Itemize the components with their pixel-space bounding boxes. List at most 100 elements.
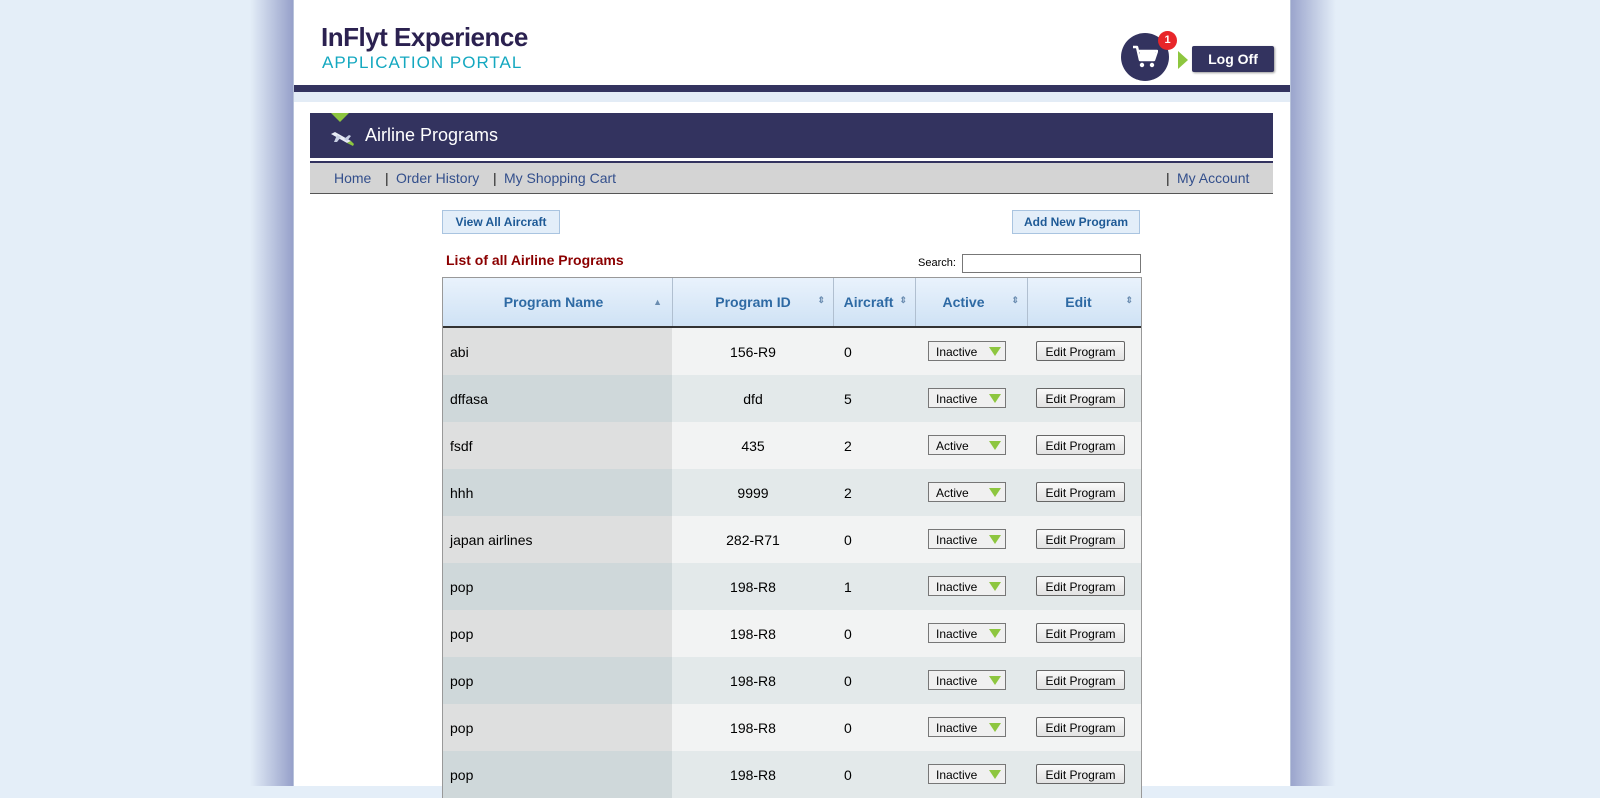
- table-row: pop 198-R8 1 Inactive Edit Program: [443, 563, 1141, 611]
- column-program-id[interactable]: Program ID ⇕: [673, 278, 834, 326]
- nav-separator: |: [1166, 170, 1170, 186]
- active-status-value: Active: [936, 439, 969, 453]
- table-row: pop 198-R8 0 Inactive Edit Program: [443, 704, 1141, 752]
- program-id-cell: 156-R9: [730, 344, 776, 360]
- page-shadow-left: [250, 0, 295, 786]
- column-aircraft[interactable]: Aircraft ⇕: [834, 278, 916, 326]
- active-status-value: Inactive: [936, 580, 978, 594]
- active-status-select[interactable]: Active: [928, 435, 1006, 455]
- page-container: InFlyt Experience APPLICATION PORTAL 1 L…: [293, 0, 1291, 798]
- table-row: hhh 9999 2 Active Edit Program: [443, 469, 1141, 517]
- dropdown-arrow-icon: [989, 347, 1001, 356]
- column-active[interactable]: Active ⇕: [916, 278, 1028, 326]
- active-status-select[interactable]: Inactive: [928, 576, 1006, 596]
- edit-program-button[interactable]: Edit Program: [1036, 623, 1125, 643]
- program-name-cell: pop: [443, 751, 672, 798]
- page-title: Airline Programs: [365, 125, 499, 145]
- column-header-label: Program Name: [503, 294, 604, 310]
- dropdown-arrow-icon: [989, 394, 1001, 403]
- active-status-select[interactable]: Inactive: [928, 623, 1006, 643]
- edit-program-button[interactable]: Edit Program: [1036, 717, 1125, 737]
- table-row: dffasa dfd 5 Inactive Edit Program: [443, 375, 1141, 423]
- program-id-cell: dfd: [743, 391, 763, 407]
- edit-program-button[interactable]: Edit Program: [1036, 341, 1125, 361]
- aircraft-count-cell: 5: [844, 391, 852, 407]
- table-row: pop 198-R8 0 Inactive Edit Program: [443, 751, 1141, 798]
- active-status-select[interactable]: Inactive: [928, 341, 1006, 361]
- sort-asc-icon: ▲: [653, 297, 662, 307]
- dropdown-arrow-icon: [989, 535, 1001, 544]
- dropdown-arrow-icon: [989, 723, 1001, 732]
- nav-separator: |: [493, 170, 497, 186]
- program-name-cell: pop: [443, 657, 672, 705]
- column-header-label: Active: [942, 294, 985, 310]
- table-row: pop 198-R8 0 Inactive Edit Program: [443, 657, 1141, 705]
- edit-program-button[interactable]: Edit Program: [1036, 435, 1125, 455]
- table-row: japan airlines 282-R71 0 Inactive Edit Progr…: [443, 516, 1141, 564]
- table-row: abi 156-R9 0 Inactive Edit Program: [443, 328, 1141, 376]
- active-status-select[interactable]: Inactive: [928, 529, 1006, 549]
- add-new-program-button[interactable]: Add New Program: [1012, 210, 1140, 234]
- view-all-aircraft-button[interactable]: View All Aircraft: [442, 210, 560, 234]
- aircraft-count-cell: 0: [844, 720, 852, 736]
- program-id-cell: 198-R8: [730, 626, 776, 642]
- log-off-button[interactable]: Log Off: [1192, 46, 1274, 72]
- aircraft-count-cell: 0: [844, 626, 852, 642]
- sort-icon: ⇕: [1011, 295, 1019, 305]
- brand-subtitle: APPLICATION PORTAL: [322, 53, 523, 72]
- program-id-cell: 198-R8: [730, 767, 776, 783]
- program-name-cell: pop: [443, 610, 672, 658]
- nav-shopping-cart-link[interactable]: My Shopping Cart: [504, 170, 616, 186]
- edit-program-button[interactable]: Edit Program: [1036, 529, 1125, 549]
- program-id-cell: 198-R8: [730, 673, 776, 689]
- edit-program-button[interactable]: Edit Program: [1036, 388, 1125, 408]
- header-divider: [294, 85, 1290, 92]
- edit-program-button[interactable]: Edit Program: [1036, 576, 1125, 596]
- active-status-value: Inactive: [936, 768, 978, 782]
- aircraft-count-cell: 1: [844, 579, 852, 595]
- nav-my-account-link[interactable]: My Account: [1177, 170, 1249, 186]
- program-name-cell: abi: [443, 328, 672, 376]
- column-program-name[interactable]: Program Name ▲: [443, 278, 673, 326]
- active-status-select[interactable]: Active: [928, 482, 1006, 502]
- nav-separator: |: [385, 170, 389, 186]
- program-id-cell: 435: [741, 438, 765, 454]
- active-status-select[interactable]: Inactive: [928, 670, 1006, 690]
- table-row: fsdf 435 2 Active Edit Program: [443, 422, 1141, 470]
- nav-home-link[interactable]: Home: [334, 170, 371, 186]
- list-title: List of all Airline Programs: [446, 252, 624, 268]
- programs-table: Program Name ▲ Program ID ⇕ Aircraft ⇕ A…: [442, 277, 1142, 798]
- active-status-select[interactable]: Inactive: [928, 388, 1006, 408]
- sort-icon: ⇕: [1125, 295, 1133, 305]
- edit-program-button[interactable]: Edit Program: [1036, 482, 1125, 502]
- nav-bar: Home | Order History | My Shopping Cart …: [310, 161, 1273, 194]
- aircraft-count-cell: 0: [844, 673, 852, 689]
- nav-order-history-link[interactable]: Order History: [396, 170, 479, 186]
- column-edit[interactable]: Edit ⇕: [1028, 278, 1141, 326]
- arrow-right-icon: [1178, 51, 1188, 69]
- active-status-value: Active: [936, 486, 969, 500]
- shopping-cart-icon: [1133, 45, 1158, 68]
- column-header-label: Edit: [1065, 294, 1092, 310]
- program-name-cell: fsdf: [443, 422, 672, 470]
- aircraft-count-cell: 0: [844, 532, 852, 548]
- aircraft-count-cell: 0: [844, 344, 852, 360]
- edit-program-button[interactable]: Edit Program: [1036, 670, 1125, 690]
- dropdown-arrow-icon: [989, 582, 1001, 591]
- active-status-select[interactable]: Inactive: [928, 717, 1006, 737]
- dropdown-arrow-icon: [989, 629, 1001, 638]
- aircraft-count-cell: 2: [844, 438, 852, 454]
- search-input[interactable]: [962, 254, 1141, 273]
- program-name-cell: pop: [443, 704, 672, 752]
- triangle-down-icon: [331, 113, 349, 122]
- active-status-select[interactable]: Inactive: [928, 764, 1006, 784]
- aircraft-count-cell: 2: [844, 485, 852, 501]
- header-divider-light: [294, 92, 1290, 102]
- table-header: Program Name ▲ Program ID ⇕ Aircraft ⇕ A…: [443, 278, 1141, 328]
- edit-program-button[interactable]: Edit Program: [1036, 764, 1125, 784]
- active-status-value: Inactive: [936, 674, 978, 688]
- sort-icon: ⇕: [899, 295, 907, 305]
- active-status-value: Inactive: [936, 345, 978, 359]
- program-name-cell: pop: [443, 563, 672, 611]
- dropdown-arrow-icon: [989, 441, 1001, 450]
